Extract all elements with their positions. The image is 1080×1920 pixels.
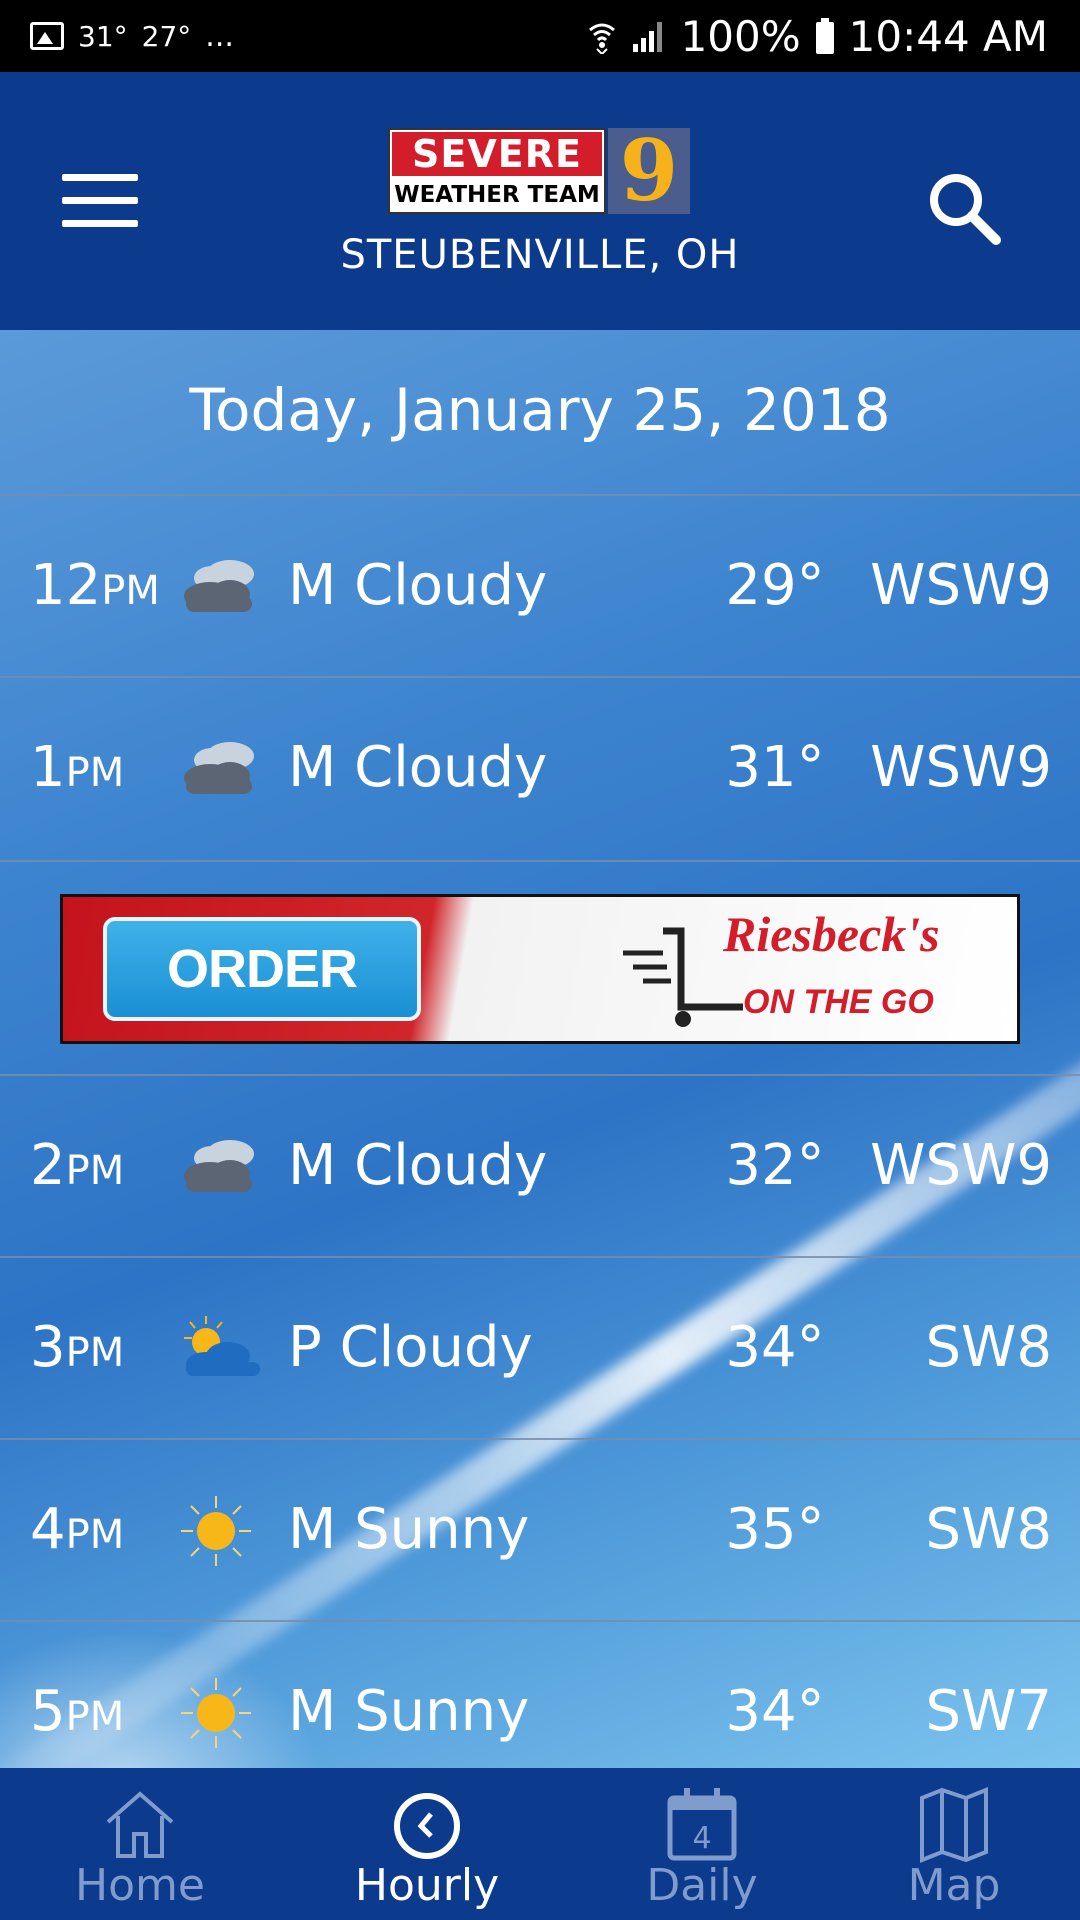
partly-cloudy-icon: [184, 1316, 260, 1376]
nav-item-hourly[interactable]: Hourly: [292, 1768, 562, 1920]
severe-weather-team-9-logo: SEVERE WEATHER TEAM 9: [388, 128, 690, 214]
advertisement-banner[interactable]: ORDER NOW Riesbeck's ON THE GO: [60, 894, 1020, 1044]
condition-label: M Sunny: [288, 1497, 530, 1562]
nav-item-daily[interactable]: 4 Daily: [567, 1768, 837, 1920]
mostly-cloudy-icon: [184, 1140, 254, 1192]
nav-label: Daily: [646, 1860, 758, 1911]
condition-label: P Cloudy: [288, 1315, 533, 1380]
calendar-icon: 4: [667, 1788, 737, 1861]
condition-label: M Cloudy: [288, 1133, 548, 1198]
image-notification-icon: [30, 22, 64, 50]
status-bar-left: 31° 27° ...: [30, 0, 234, 72]
wind-label: WSW9: [870, 735, 1052, 800]
ad-tagline: ON THE GO: [743, 983, 934, 1021]
hamburger-menu-icon[interactable]: [62, 174, 138, 228]
wind-label: WSW9: [870, 553, 1052, 618]
sun-icon: [181, 1678, 251, 1748]
wind-label: SW8: [925, 1497, 1052, 1562]
logo-top-text: SEVERE: [392, 132, 602, 176]
mostly-cloudy-icon: [184, 742, 254, 794]
hourly-row[interactable]: 12PM M Cloudy 29° WSW9: [0, 494, 1080, 676]
logo-bottom-text: WEATHER TEAM: [394, 182, 600, 208]
sun-icon: [181, 1496, 251, 1566]
status-temp-low: 27°: [141, 19, 192, 53]
temperature-label: 35°: [725, 1497, 825, 1562]
logo-number: 9: [608, 128, 690, 214]
condition-label: M Cloudy: [288, 735, 548, 800]
temperature-label: 34°: [725, 1315, 825, 1380]
app-header: SEVERE WEATHER TEAM 9 STEUBENVILLE, OH: [0, 72, 1080, 330]
status-temp-high: 31°: [78, 19, 128, 53]
condition-label: M Cloudy: [288, 553, 548, 618]
clock-icon: [394, 1793, 460, 1859]
nav-label: Hourly: [354, 1860, 500, 1911]
ad-order-now-button[interactable]: ORDER NOW: [103, 917, 421, 1041]
date-title: Today, January 25, 2018: [189, 376, 891, 444]
hourly-row[interactable]: 2PM M Cloudy 32° WSW9: [0, 1074, 1080, 1256]
status-bar: 31° 27° ... 100% 10:44 AM: [0, 0, 1080, 72]
temperature-label: 29°: [725, 553, 825, 618]
signal-icon: [632, 22, 662, 52]
hourly-row[interactable]: 3PM P Cloudy 34° SW8: [0, 1256, 1080, 1438]
wind-label: SW7: [925, 1679, 1052, 1744]
mostly-cloudy-icon: [184, 560, 254, 612]
wind-label: SW8: [925, 1315, 1052, 1380]
location-label[interactable]: STEUBENVILLE, OH: [0, 232, 1080, 278]
battery-percent: 100%: [680, 11, 801, 61]
hour-label: 3PM: [30, 1315, 125, 1380]
search-icon[interactable]: [924, 168, 1004, 248]
map-icon: [920, 1787, 988, 1863]
wind-label: WSW9: [870, 1133, 1052, 1198]
hour-label: 2PM: [30, 1133, 125, 1198]
ad-brand-name: Riesbeck's: [723, 906, 940, 962]
hour-label: 4PM: [30, 1497, 125, 1562]
calendar-badge: 4: [692, 1821, 711, 1856]
logo-text-block: SEVERE WEATHER TEAM: [388, 128, 606, 214]
battery-icon: [815, 18, 834, 54]
temperature-label: 31°: [725, 735, 825, 800]
nav-label: Map: [907, 1860, 1001, 1911]
nav-label: Home: [75, 1860, 205, 1911]
hourly-row[interactable]: 5PM M Sunny 34° SW7: [0, 1620, 1080, 1768]
status-time: 10:44 AM: [848, 11, 1048, 61]
nav-item-home[interactable]: Home: [5, 1768, 275, 1920]
temperature-label: 32°: [725, 1133, 825, 1198]
hourly-row[interactable]: 1PM M Cloudy 31° WSW9: [0, 676, 1080, 858]
bottom-navigation: Home Hourly 4 Daily Map: [0, 1768, 1080, 1920]
hour-label: 12PM: [30, 553, 160, 618]
nav-item-map[interactable]: Map: [819, 1768, 1080, 1920]
home-icon: [106, 1791, 174, 1858]
hour-label: 5PM: [30, 1679, 125, 1744]
row-divider: [0, 860, 1080, 862]
temperature-label: 34°: [725, 1679, 825, 1744]
hourly-row[interactable]: 4PM M Sunny 35° SW8: [0, 1438, 1080, 1620]
hour-label: 1PM: [30, 735, 125, 800]
condition-label: M Sunny: [288, 1679, 530, 1744]
status-more: ...: [205, 18, 234, 54]
hourly-forecast-panel: Today, January 25, 2018 12PM M Cloudy 29…: [0, 330, 1080, 1768]
wifi-icon: [588, 23, 615, 54]
status-bar-right: 100% 10:44 AM: [587, 0, 1048, 72]
